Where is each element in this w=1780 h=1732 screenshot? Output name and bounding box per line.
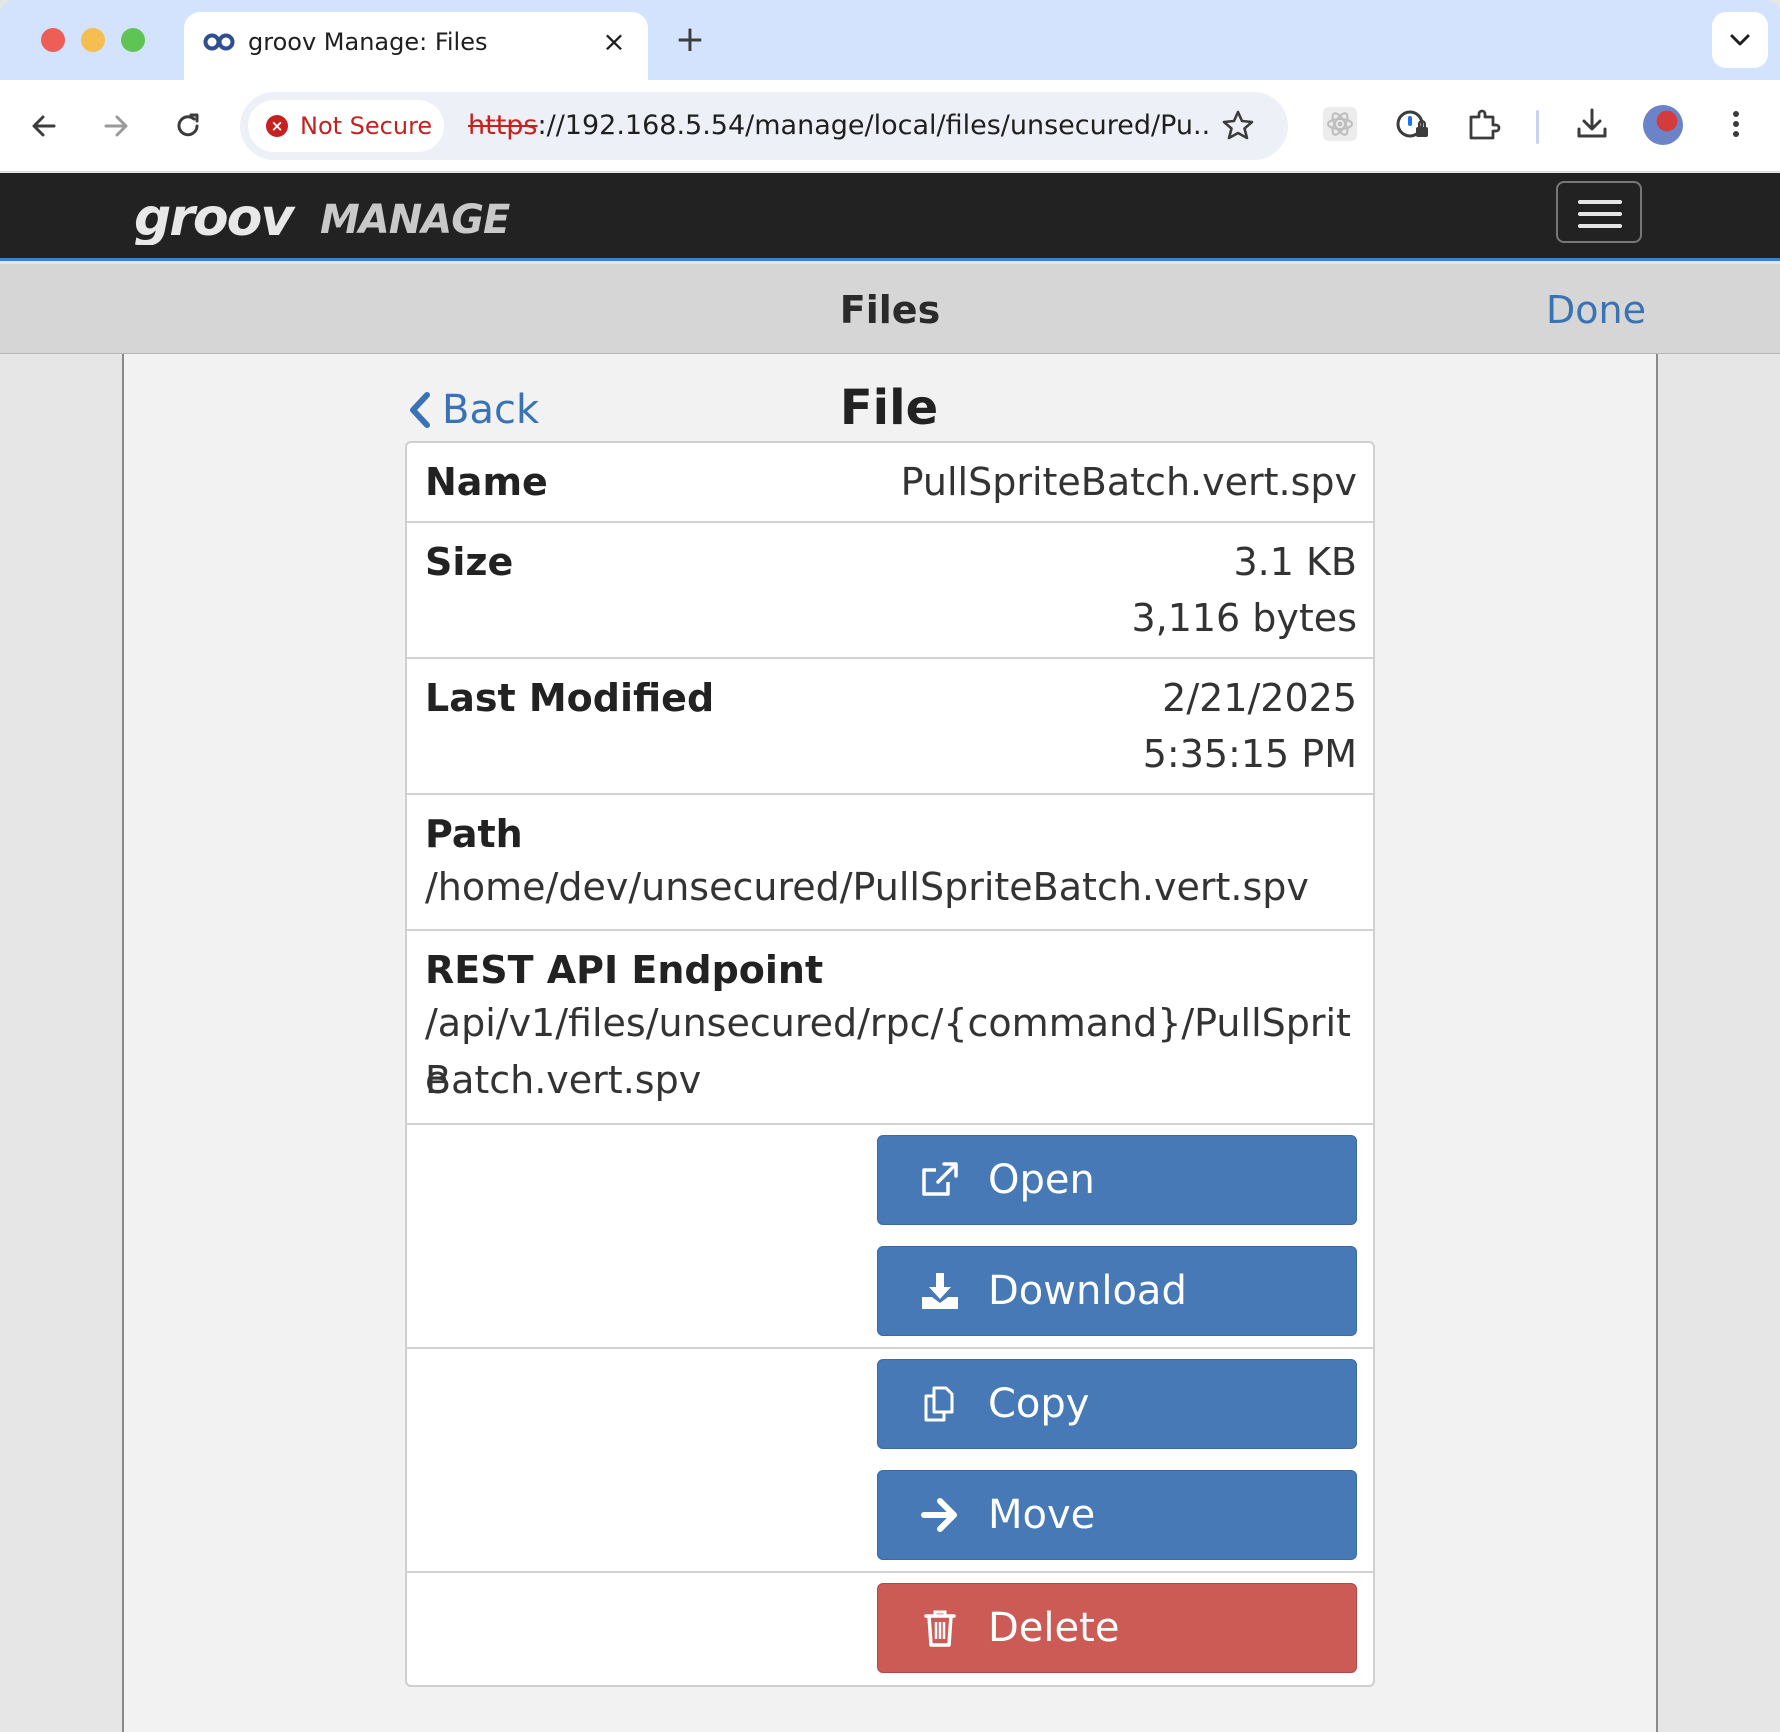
tab-close-icon[interactable]: × (600, 28, 628, 56)
open-button[interactable]: Open (877, 1135, 1357, 1225)
page-title: File (839, 380, 939, 436)
delete-label: Delete (988, 1605, 1120, 1651)
url-rest: ://192.168.5.54/manage/local/files/unsec… (537, 110, 1209, 141)
security-label: Not Secure (300, 112, 433, 140)
key-lock-icon (1396, 110, 1428, 138)
move-label: Move (988, 1492, 1096, 1538)
copy-icon (912, 1376, 968, 1432)
back-nav-button[interactable] (20, 102, 68, 150)
size-label: Size (425, 540, 514, 584)
reload-icon (177, 113, 199, 137)
forward-nav-button[interactable] (92, 102, 140, 150)
bookmark-star-icon[interactable] (1218, 106, 1258, 146)
download-label: Download (988, 1268, 1187, 1314)
arrow-left-icon (32, 115, 56, 137)
modified-row: Last Modified 2/21/2025 5:35:15 PM (407, 659, 1373, 795)
size-kb: 3.1 KB (1233, 540, 1358, 584)
download-icon (912, 1263, 968, 1319)
modified-date: 2/21/2025 (1162, 676, 1357, 720)
endpoint-label: REST API Endpoint (425, 948, 824, 992)
reload-button[interactable] (164, 102, 212, 150)
password-manager-extension[interactable] (1392, 104, 1432, 144)
path-row: Path /home/dev/unsecured/PullSpriteBatch… (407, 795, 1373, 931)
window-minimize-button[interactable] (81, 28, 105, 52)
arrow-right-icon (104, 115, 128, 137)
name-row: Name PullSpriteBatch.vert.spv (407, 443, 1373, 523)
hamburger-line (1578, 200, 1622, 204)
external-link-icon (912, 1152, 968, 1208)
name-value: PullSpriteBatch.vert.spv (900, 460, 1357, 504)
open-download-group: Open Download (407, 1125, 1373, 1349)
toolbar-divider (1536, 110, 1539, 144)
hamburger-line (1578, 212, 1622, 216)
size-row: Size 3.1 KB 3,116 bytes (407, 523, 1373, 659)
chevron-down-icon (1730, 34, 1750, 46)
groov-manage-logo[interactable]: groov MANAGE (134, 189, 524, 245)
browser-toolbar: × Not Secure https://192.168.5.54/manage… (0, 80, 1780, 172)
size-bytes: 3,116 bytes (1131, 596, 1357, 640)
copy-button[interactable]: Copy (877, 1359, 1357, 1449)
extensions-button[interactable] (1464, 104, 1504, 144)
groov-favicon-icon (203, 33, 235, 51)
atom-icon (1323, 107, 1357, 141)
address-bar[interactable]: × Not Secure https://192.168.5.54/manage… (240, 92, 1288, 160)
security-chip[interactable]: × Not Secure (248, 100, 444, 152)
copy-move-group: Copy Move (407, 1349, 1373, 1573)
browser-tabstrip: groov Manage: Files × + (0, 0, 1780, 80)
profile-avatar[interactable] (1643, 105, 1683, 145)
file-details-card: Name PullSpriteBatch.vert.spv Size 3.1 K… (405, 441, 1375, 1687)
window-close-button[interactable] (41, 28, 65, 52)
endpoint-row: REST API Endpoint /api/v1/files/unsecure… (407, 931, 1373, 1125)
endpoint-line-2: Batch.vert.spv (425, 1058, 702, 1102)
open-label: Open (988, 1157, 1095, 1203)
delete-button[interactable]: Delete (877, 1583, 1357, 1673)
arrow-right-icon (912, 1487, 968, 1543)
modified-label: Last Modified (425, 676, 715, 720)
modified-time: 5:35:15 PM (1142, 732, 1357, 776)
hamburger-menu-button[interactable] (1556, 181, 1642, 243)
name-label: Name (425, 460, 548, 504)
kebab-menu-icon (1733, 111, 1739, 137)
svg-text:MANAGE: MANAGE (320, 197, 510, 243)
download-button[interactable]: Download (877, 1246, 1357, 1336)
url-scheme: https (468, 110, 538, 141)
react-devtools-extension[interactable] (1320, 104, 1360, 144)
not-secure-icon: × (266, 115, 288, 137)
window-zoom-button[interactable] (121, 28, 145, 52)
app-navbar: groov MANAGE (0, 173, 1780, 261)
new-tab-icon[interactable]: + (672, 22, 708, 58)
browser-menu-button[interactable] (1716, 104, 1756, 144)
browser-tab-active[interactable]: groov Manage: Files × (184, 12, 648, 80)
download-tray-icon (1577, 108, 1607, 138)
delete-group: Delete (407, 1573, 1373, 1685)
downloads-button[interactable] (1572, 104, 1612, 144)
svg-text:groov: groov (134, 189, 296, 245)
copy-label: Copy (988, 1381, 1090, 1427)
tab-title: groov Manage: Files (248, 28, 488, 56)
done-button[interactable]: Done (1546, 288, 1646, 332)
path-value: /home/dev/unsecured/PullSpriteBatch.vert… (425, 865, 1309, 909)
puzzle-icon (1469, 109, 1501, 140)
files-subheader: Files Done (0, 264, 1780, 354)
trash-icon (912, 1600, 968, 1656)
move-button[interactable]: Move (877, 1470, 1357, 1560)
header-title: Files (839, 288, 941, 332)
path-label: Path (425, 812, 523, 856)
url-text[interactable]: https://192.168.5.54/manage/local/files/… (468, 110, 1208, 142)
tab-search-button[interactable] (1712, 12, 1768, 68)
hamburger-line (1578, 224, 1622, 228)
